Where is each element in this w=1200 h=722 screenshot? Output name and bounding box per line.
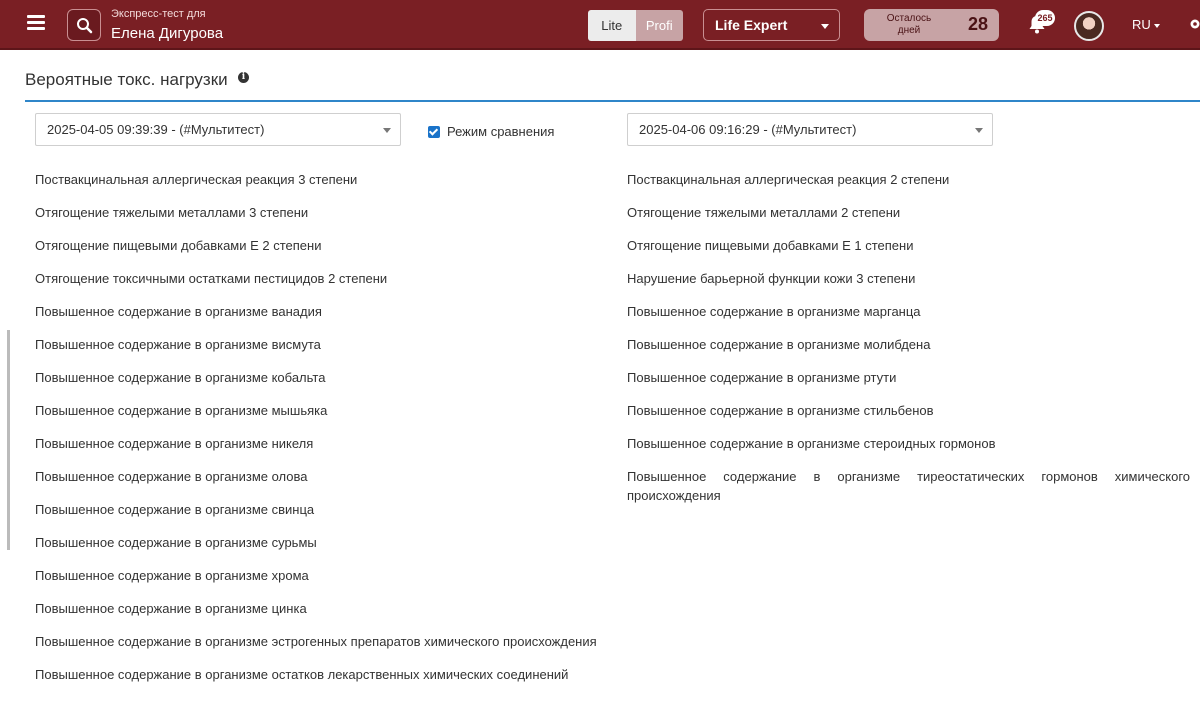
list-item: Отягощение пищевыми добавками Е 1 степен… (627, 238, 914, 253)
list-item: Повышенное содержание в организме висмут… (35, 337, 321, 352)
days-left-badge: Осталось дней 28 (864, 9, 999, 41)
left-date-label: 2025-04-05 09:39:39 - (#Мультитест) (47, 122, 265, 137)
list-item: Поствакцинальная аллергическая реакция 2… (627, 172, 950, 187)
list-item: Повышенное содержание в организме тиреос… (627, 469, 1190, 503)
chevron-down-icon (383, 128, 391, 133)
language-label: RU (1132, 17, 1151, 32)
list-item: Поствакцинальная аллергическая реакция 3… (35, 172, 358, 187)
avatar[interactable] (1074, 11, 1104, 41)
list-item: Повышенное содержание в организме никеля (35, 436, 314, 451)
right-date-select[interactable]: 2025-04-06 09:16:29 - (#Мультитест) (627, 113, 993, 146)
list-item: Отягощение тяжелыми металлами 3 степени (35, 205, 309, 220)
list-item: Повышенное содержание в организме олова (35, 469, 308, 484)
client-name: Елена Дигурова (111, 25, 224, 42)
list-item: Отягощение тяжелыми металлами 2 степени (627, 205, 901, 220)
language-select[interactable]: RU (1132, 17, 1160, 32)
list-item: Повышенное содержание в организме эстрог… (35, 634, 597, 649)
list-item: Отягощение токсичными остатками пестицид… (35, 271, 388, 286)
menu-icon[interactable] (27, 15, 45, 33)
compare-mode-label: Режим сравнения (447, 124, 555, 139)
notification-count-badge[interactable]: 265 (1035, 10, 1055, 26)
title-divider (25, 100, 1200, 102)
left-results-list: Поствакцинальная аллергическая реакция 3… (35, 170, 598, 698)
gear-icon[interactable] (1188, 17, 1200, 31)
list-item: Повышенное содержание в организме стерои… (627, 436, 996, 451)
right-results-list: Поствакцинальная аллергическая реакция 2… (627, 170, 1190, 519)
mode-toggle: Lite Profi (588, 10, 683, 41)
list-item: Повышенное содержание в организме остатк… (35, 667, 569, 682)
list-item: Нарушение барьерной функции кожи 3 степе… (627, 271, 916, 286)
info-icon[interactable]: i (238, 72, 249, 83)
top-bar: Экспресс-тест для Елена Дигурова Lite Pr… (0, 0, 1200, 50)
header-subtitle: Экспресс-тест для (111, 8, 206, 20)
list-item: Повышенное содержание в организме стильб… (627, 403, 934, 418)
right-date-label: 2025-04-06 09:16:29 - (#Мультитест) (639, 122, 857, 137)
list-item: Повышенное содержание в организме молибд… (627, 337, 931, 352)
compare-checkbox[interactable] (428, 125, 440, 138)
list-item: Повышенное содержание в организме ванади… (35, 304, 322, 319)
search-icon (77, 18, 93, 34)
chevron-down-icon (975, 128, 983, 133)
mode-profi-button[interactable]: Profi (635, 10, 683, 41)
list-item: Повышенное содержание в организме кобаль… (35, 370, 326, 385)
list-item: Повышенное содержание в организме сурьмы (35, 535, 317, 550)
chevron-down-icon (821, 24, 829, 29)
product-select-label: Life Expert (715, 17, 788, 33)
side-accent-bar (7, 330, 10, 550)
list-item: Повышенное содержание в организме цинка (35, 601, 307, 616)
list-item: Повышенное содержание в организме мышьяк… (35, 403, 328, 418)
chevron-down-icon (1153, 23, 1160, 28)
days-left-count: 28 (968, 14, 989, 34)
search-button[interactable] (67, 9, 101, 41)
page-title: Вероятные токс. нагрузки (25, 70, 228, 89)
days-left-label: Осталось дней (886, 13, 932, 36)
list-item: Повышенное содержание в организме свинца (35, 502, 315, 517)
list-item: Повышенное содержание в организме хрома (35, 568, 309, 583)
list-item: Повышенное содержание в организме ртути (627, 370, 897, 385)
left-date-select[interactable]: 2025-04-05 09:39:39 - (#Мультитест) (35, 113, 401, 146)
list-item: Отягощение пищевыми добавками Е 2 степен… (35, 238, 322, 253)
product-select[interactable]: Life Expert (703, 9, 840, 41)
mode-lite-button[interactable]: Lite (588, 10, 636, 41)
list-item: Повышенное содержание в организме марган… (627, 304, 921, 319)
compare-mode-toggle[interactable]: Режим сравнения (428, 124, 554, 139)
